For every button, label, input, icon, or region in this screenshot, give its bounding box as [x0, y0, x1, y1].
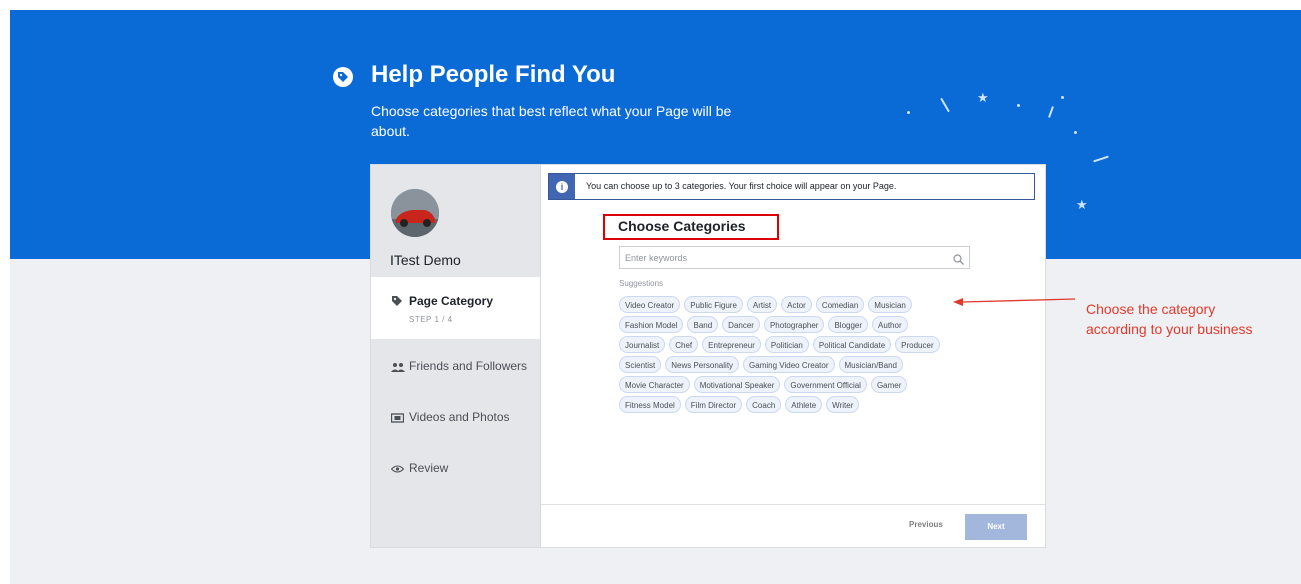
- dash-decoration: [940, 97, 950, 113]
- dash-decoration: [1048, 106, 1054, 118]
- category-chip[interactable]: Film Director: [684, 396, 743, 413]
- category-chip[interactable]: Video Creator: [619, 296, 681, 313]
- category-chip[interactable]: Gaming Video Creator: [743, 356, 835, 373]
- category-chip[interactable]: Chef: [669, 336, 699, 353]
- category-chip[interactable]: Movie Character: [619, 376, 690, 393]
- category-chip[interactable]: Blogger: [828, 316, 869, 333]
- step-label: Videos and Photos: [409, 410, 510, 424]
- step-videos-and-photos[interactable]: Videos and Photos: [371, 408, 540, 428]
- page-title: Help People Find You: [371, 61, 616, 88]
- annotation-text: Choose the category according to your bu…: [1086, 299, 1253, 339]
- step-label: Page Category: [409, 294, 494, 308]
- category-chip[interactable]: Actor: [781, 296, 812, 313]
- avatar: [391, 189, 439, 237]
- previous-button[interactable]: Previous: [909, 520, 943, 529]
- category-chip[interactable]: Fitness Model: [619, 396, 681, 413]
- annotation-line: according to your business: [1086, 321, 1253, 337]
- tag-icon: [333, 67, 353, 87]
- setup-card: ITest Demo Page Category STEP 1 / 4 Frie…: [370, 164, 1046, 548]
- step-review[interactable]: Review: [371, 459, 540, 479]
- card-footer: Previous Next: [541, 504, 1045, 548]
- dash-decoration: [1093, 155, 1109, 163]
- step-label: Review: [409, 461, 449, 475]
- category-chip[interactable]: Political Candidate: [812, 336, 892, 353]
- category-search[interactable]: [619, 246, 970, 269]
- search-input[interactable]: [625, 250, 945, 265]
- category-chip[interactable]: Gamer: [870, 376, 908, 393]
- info-text: You can choose up to 3 categories. Your …: [586, 181, 897, 191]
- next-button[interactable]: Next: [965, 514, 1027, 540]
- info-icon: i: [549, 174, 575, 199]
- category-chip[interactable]: Government Official: [784, 376, 867, 393]
- category-chip[interactable]: Entrepreneur: [702, 336, 761, 353]
- category-chip[interactable]: Artist: [746, 296, 778, 313]
- dot-decoration: [1074, 131, 1077, 134]
- dot-decoration: [1061, 96, 1064, 99]
- annotation-arrow: [953, 298, 1076, 306]
- category-chip[interactable]: Coach: [746, 396, 782, 413]
- category-chip[interactable]: Comedian: [815, 296, 865, 313]
- page-subtitle: Choose categories that best reflect what…: [371, 103, 732, 139]
- category-chip[interactable]: Musician/Band: [838, 356, 903, 373]
- category-chip[interactable]: News Personality: [665, 356, 740, 373]
- page-name: ITest Demo: [390, 252, 461, 268]
- sidebar: ITest Demo Page Category STEP 1 / 4 Frie…: [371, 165, 541, 547]
- category-chip[interactable]: Dancer: [722, 316, 760, 333]
- section-title: Choose Categories: [618, 218, 746, 234]
- dot-decoration: [1017, 104, 1020, 107]
- category-chip[interactable]: Producer: [895, 336, 940, 353]
- suggestions-label: Suggestions: [619, 279, 664, 288]
- category-chip[interactable]: Musician: [868, 296, 912, 313]
- category-chip[interactable]: Scientist: [619, 356, 662, 373]
- step-progress: STEP 1 / 4: [409, 315, 453, 324]
- star-decoration: ★: [1076, 197, 1088, 212]
- category-suggestions: Video Creator Public Figure Artist Actor Com…: [619, 296, 949, 413]
- info-notice: i You can choose up to 3 categories. You…: [548, 173, 1035, 200]
- category-chip[interactable]: Fashion Model: [619, 316, 684, 333]
- step-label: Friends and Followers: [409, 359, 528, 373]
- category-chip[interactable]: Band: [687, 316, 719, 333]
- step-friends-and-followers[interactable]: Friends and Followers: [371, 357, 540, 377]
- video-icon: [390, 411, 405, 429]
- search-icon[interactable]: [953, 252, 964, 270]
- tag-icon: [391, 294, 403, 312]
- people-icon: [391, 360, 405, 378]
- category-chip[interactable]: Journalist: [619, 336, 666, 353]
- star-decoration: ★: [977, 90, 989, 105]
- category-chip[interactable]: Politician: [764, 336, 809, 353]
- category-chip[interactable]: Motivational Speaker: [693, 376, 781, 393]
- eye-icon: [390, 462, 405, 480]
- step-page-category[interactable]: Page Category STEP 1 / 4: [371, 277, 540, 339]
- category-chip[interactable]: Author: [872, 316, 908, 333]
- category-chip[interactable]: Writer: [826, 396, 860, 413]
- category-chip[interactable]: Photographer: [763, 316, 825, 333]
- annotation-line: Choose the category: [1086, 301, 1216, 317]
- category-chip[interactable]: Athlete: [785, 396, 823, 413]
- dot-decoration: [907, 111, 910, 114]
- category-chip[interactable]: Public Figure: [684, 296, 743, 313]
